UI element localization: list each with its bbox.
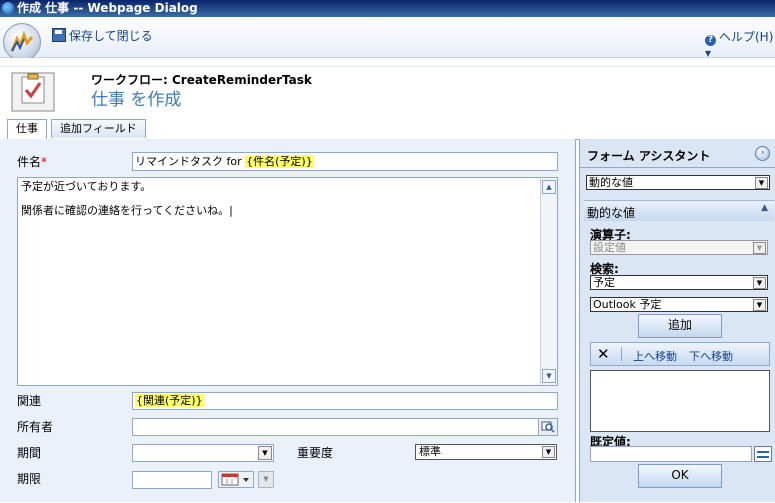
task-form: 件名* リマインドタスク for {件名(予定)} 予定が近づいております。 関… — [0, 139, 576, 502]
save-icon — [52, 28, 66, 42]
crm-logo-icon[interactable] — [3, 23, 41, 61]
subject-label: 件名* — [17, 153, 47, 170]
time-select[interactable]: ▼ — [258, 471, 274, 488]
add-button[interactable]: 追加 — [638, 314, 722, 338]
delete-icon[interactable]: ✕ — [597, 345, 610, 363]
subject-input[interactable]: リマインドタスク for {件名(予定)} — [132, 152, 558, 171]
description-line-1: 予定が近づいております。 — [21, 180, 152, 193]
page-title: 仕事 を作成 — [91, 90, 182, 110]
chevron-up-icon[interactable]: ▲ — [761, 203, 768, 213]
subject-dynamic-value[interactable]: {件名(予定)} — [245, 155, 314, 168]
section-title: 動的な値 — [587, 206, 636, 220]
duration-label: 期間 — [17, 446, 42, 460]
duration-select[interactable]: ▼ — [132, 444, 274, 462]
owner-lookup[interactable] — [132, 418, 558, 436]
look-for-field-select[interactable]: Outlook 予定 ▼ — [590, 297, 768, 312]
subject-prefix: リマインドタスク for — [135, 155, 246, 168]
operator-select[interactable]: 設定値 ▼ — [590, 240, 768, 255]
dynamic-values-section[interactable]: 動的な値 ▲ — [584, 200, 774, 221]
window-title-bar: 作成 仕事 -- Webpage Dialog — [0, 0, 775, 17]
regarding-input[interactable]: {関連(予定)} — [132, 392, 558, 410]
cut-off-row — [17, 497, 117, 503]
description-scrollbar[interactable]: ▲ ▼ — [540, 178, 557, 385]
tab-additional-fields[interactable]: 追加フィールド — [51, 119, 146, 138]
chevron-down-icon[interactable]: ▼ — [753, 299, 766, 311]
default-value-input[interactable] — [590, 446, 752, 462]
window-title: 作成 仕事 -- Webpage Dialog — [17, 1, 198, 15]
move-down-button[interactable]: 下へ移動 — [689, 348, 733, 364]
look-for-entity-value: 予定 — [593, 276, 615, 289]
chevron-down-icon[interactable]: ▼ — [753, 277, 766, 289]
browser-icon — [2, 2, 14, 14]
help-icon: ? — [705, 35, 716, 46]
description-textarea[interactable]: 予定が近づいております。 関係者に確認の連絡を行ってくださいね。| ▲ ▼ — [17, 177, 558, 386]
lookup-icon[interactable] — [538, 419, 557, 435]
form-assistant-panel: フォーム アシスタント › 動的な値 ▼ 動的な値 ▲ 演算子: 設定値 ▼ 検索:… — [579, 139, 775, 502]
owner-label: 所有者 — [17, 420, 54, 434]
collapse-panel-icon[interactable]: › — [755, 146, 770, 161]
save-and-close-button[interactable]: 保存して閉じる — [52, 28, 153, 44]
save-and-close-label: 保存して閉じる — [69, 29, 153, 43]
due-date-input[interactable] — [132, 471, 212, 489]
help-button[interactable]: ? ヘルプ(H) ▾ — [705, 28, 775, 60]
task-icon — [8, 69, 58, 115]
list-toolbar: ✕ 上へ移動 下へ移動 — [590, 342, 770, 366]
calendar-button[interactable] — [218, 471, 254, 488]
help-label: ヘルプ(H) — [719, 30, 774, 44]
subject-label-text: 件名 — [17, 155, 42, 169]
priority-value: 標準 — [419, 445, 441, 458]
chevron-down-icon[interactable]: ▼ — [542, 446, 555, 458]
chevron-down-icon[interactable]: ▼ — [755, 177, 768, 189]
expand-icon[interactable] — [754, 446, 772, 462]
description-line-2: 関係者に確認の連絡を行ってくださいね。| — [21, 204, 233, 217]
look-for-field-value: Outlook 予定 — [593, 298, 662, 311]
assistant-mode-value: 動的な値 — [589, 176, 633, 189]
regarding-dynamic-value[interactable]: {関連(予定)} — [135, 394, 204, 407]
tab-strip: 仕事 追加フィールド — [0, 119, 775, 140]
chevron-down-icon[interactable]: ▼ — [753, 242, 766, 254]
regarding-label: 関連 — [17, 394, 42, 408]
ok-button[interactable]: OK — [638, 464, 722, 488]
look-for-entity-select[interactable]: 予定 ▼ — [590, 275, 768, 290]
chevron-down-icon[interactable]: ▼ — [258, 446, 272, 460]
dynamic-values-list[interactable] — [590, 370, 770, 432]
assistant-mode-select[interactable]: 動的な値 ▼ — [586, 175, 770, 190]
move-up-button[interactable]: 上へ移動 — [633, 348, 677, 364]
assistant-title: フォーム アシスタント — [587, 149, 711, 163]
priority-label: 重要度 — [297, 446, 334, 460]
priority-select[interactable]: 標準 ▼ — [415, 444, 557, 460]
operator-value: 設定値 — [593, 241, 626, 254]
required-marker: * — [41, 155, 48, 169]
due-label: 期限 — [17, 472, 42, 486]
tab-task[interactable]: 仕事 — [7, 119, 47, 140]
